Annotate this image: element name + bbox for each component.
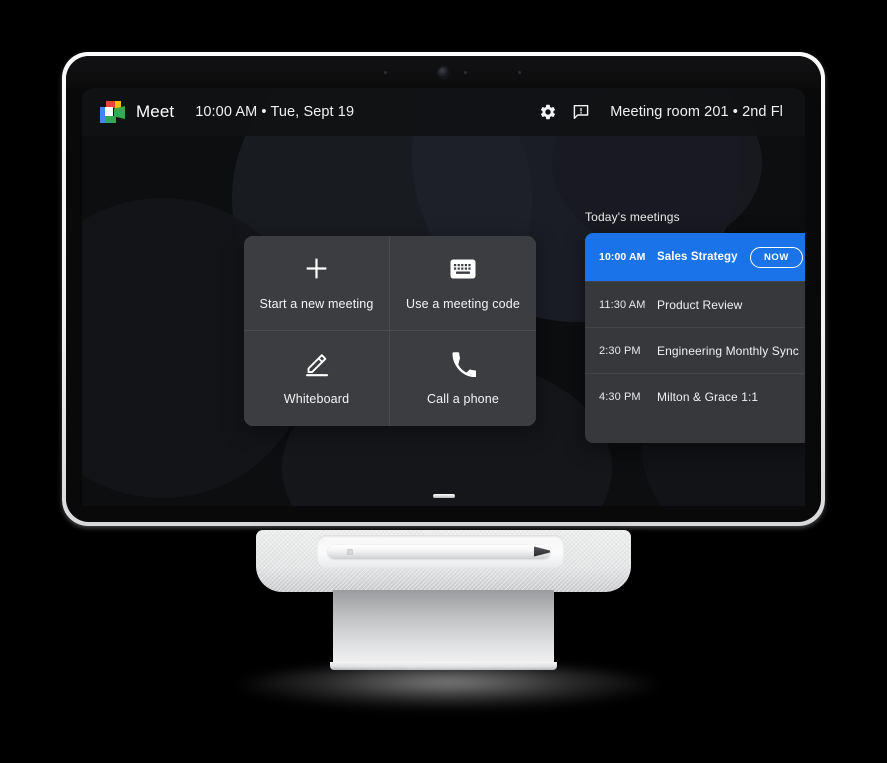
clock-datetime: 10:00 AM • Tue, Sept 19 (195, 104, 355, 120)
tile-label: Use a meeting code (406, 296, 520, 311)
meeting-time: 11:30 AM (599, 298, 646, 311)
meeting-title: Engineering Monthly Sync (657, 343, 799, 358)
action-tiles-grid: Start a new meeting Use a meeting code W… (244, 236, 536, 426)
meeting-title: Milton & Grace 1:1 (657, 389, 759, 404)
tile-start-new-meeting[interactable]: Start a new meeting (244, 236, 390, 331)
tile-use-meeting-code[interactable]: Use a meeting code (390, 236, 536, 331)
meeting-row[interactable]: 11:30 AM Product Review (585, 281, 805, 327)
app-name: Meet (136, 102, 175, 121)
feedback-icon[interactable] (572, 103, 590, 121)
stylus-button (347, 548, 353, 555)
now-badge: NOW (749, 246, 803, 268)
meeting-row-current[interactable]: 10:00 AM Sales Strategy NOW (585, 233, 805, 281)
plus-icon (304, 256, 329, 282)
meeting-time: 2:30 PM (599, 344, 641, 357)
gear-icon[interactable] (539, 103, 557, 121)
meeting-title: Sales Strategy (657, 251, 738, 263)
phone-icon (451, 351, 476, 377)
meetings-list-footer-space (585, 419, 805, 443)
os-screen: Meet 10:00 AM • Tue, Sept 19 Meeting roo… (82, 88, 805, 506)
todays-meetings-panel: Today's meetings 10:00 AM Sales Strategy… (585, 210, 805, 443)
device-stand (333, 590, 554, 666)
tile-whiteboard[interactable]: Whiteboard (244, 331, 390, 426)
stylus-tray (317, 535, 564, 568)
meeting-title: Product Review (657, 297, 743, 312)
stylus[interactable] (328, 545, 550, 558)
camera-strip (66, 56, 821, 88)
meeting-row[interactable]: 4:30 PM Milton & Grace 1:1 (585, 373, 805, 419)
google-meet-logo-icon (100, 101, 125, 123)
tile-label: Whiteboard (283, 392, 350, 406)
tile-call-a-phone[interactable]: Call a phone (390, 331, 536, 426)
device-scene: Meet 10:00 AM • Tue, Sept 19 Meeting roo… (0, 0, 887, 763)
meeting-time: 10:00 AM (599, 251, 646, 263)
sensor-dot-icon (518, 71, 521, 74)
camera-lens-icon (438, 67, 449, 78)
room-name: Meeting room 201 • 2nd Fl (610, 104, 783, 120)
panel-title: Today's meetings (585, 210, 680, 224)
tile-label: Start a new meeting (259, 296, 374, 311)
sensor-dot-icon (464, 71, 467, 74)
keyboard-icon (450, 256, 476, 282)
meetings-list: 10:00 AM Sales Strategy NOW 11:30 AM Pro… (585, 233, 805, 443)
floor-reflection (233, 664, 663, 710)
speaker-base (256, 530, 631, 592)
stylus-tip-icon (534, 546, 550, 557)
device-screen-bezel: Meet 10:00 AM • Tue, Sept 19 Meeting roo… (66, 56, 821, 522)
meeting-row[interactable]: 2:30 PM Engineering Monthly Sync (585, 327, 805, 373)
home-indicator[interactable] (432, 494, 455, 498)
whiteboard-pencil-icon (304, 351, 330, 377)
meeting-time: 4:30 PM (599, 390, 641, 403)
sensor-dot-icon (384, 71, 387, 74)
top-bar: Meet 10:00 AM • Tue, Sept 19 Meeting roo… (82, 88, 805, 136)
top-bar-right-group: Meeting room 201 • 2nd Fl (539, 103, 783, 121)
tile-label: Call a phone (427, 392, 499, 406)
